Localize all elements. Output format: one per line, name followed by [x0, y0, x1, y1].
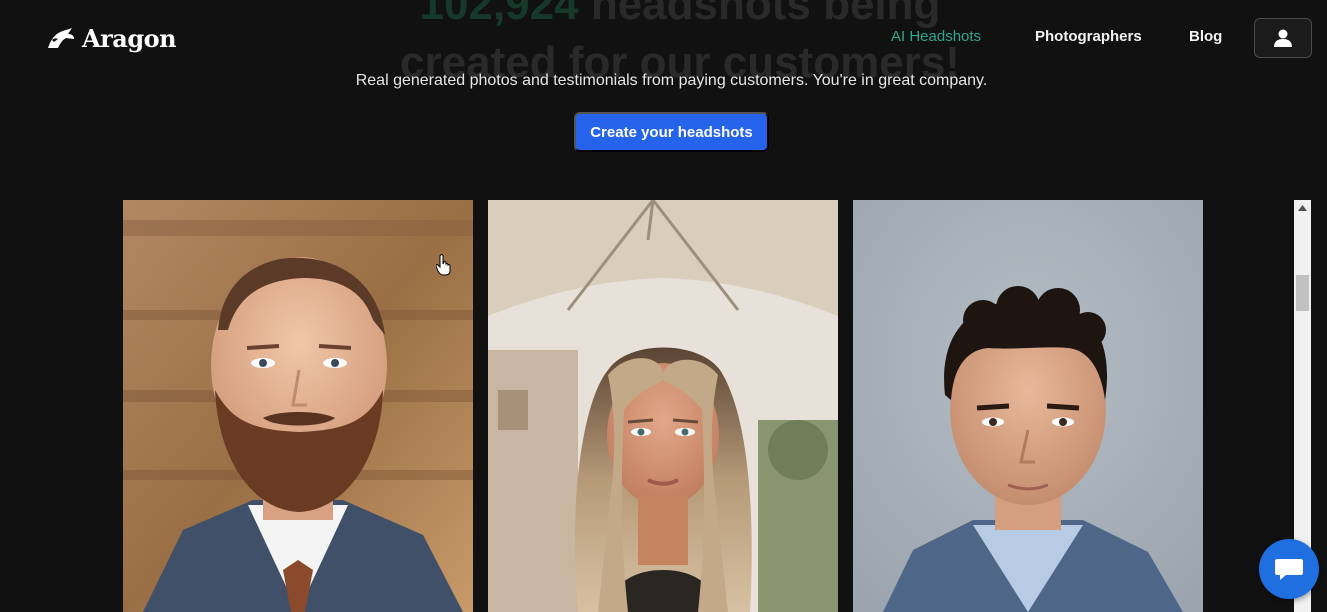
- aragon-logo-icon: [48, 27, 74, 48]
- chat-button[interactable]: [1259, 539, 1319, 599]
- headshot-photo-2: [488, 200, 838, 612]
- hand-cursor-icon: [436, 254, 451, 276]
- user-icon: [1274, 29, 1292, 47]
- nav-blog[interactable]: Blog: [1189, 28, 1222, 45]
- scroll-thumb[interactable]: [1296, 275, 1309, 311]
- chat-bubble-icon: [1275, 559, 1303, 580]
- hero-subtitle: Real generated photos and testimonials f…: [355, 72, 988, 89]
- account-button[interactable]: [1254, 18, 1312, 58]
- create-headshots-button[interactable]: Create your headshots: [574, 112, 769, 152]
- site-header: Aragon AI Headshots Photographers Blog: [0, 0, 1327, 76]
- headshot-photo-1: [123, 200, 473, 612]
- page: 102,924 headshots being created for our …: [0, 0, 1327, 612]
- nav-ai-headshots[interactable]: AI Headshots: [891, 28, 981, 45]
- scroll-up-arrow-icon[interactable]: [1294, 200, 1311, 216]
- logo-text: Aragon: [82, 24, 177, 53]
- logo[interactable]: Aragon: [46, 24, 177, 53]
- headshot-photo-3: [853, 200, 1203, 612]
- nav-photographers[interactable]: Photographers: [1035, 28, 1142, 45]
